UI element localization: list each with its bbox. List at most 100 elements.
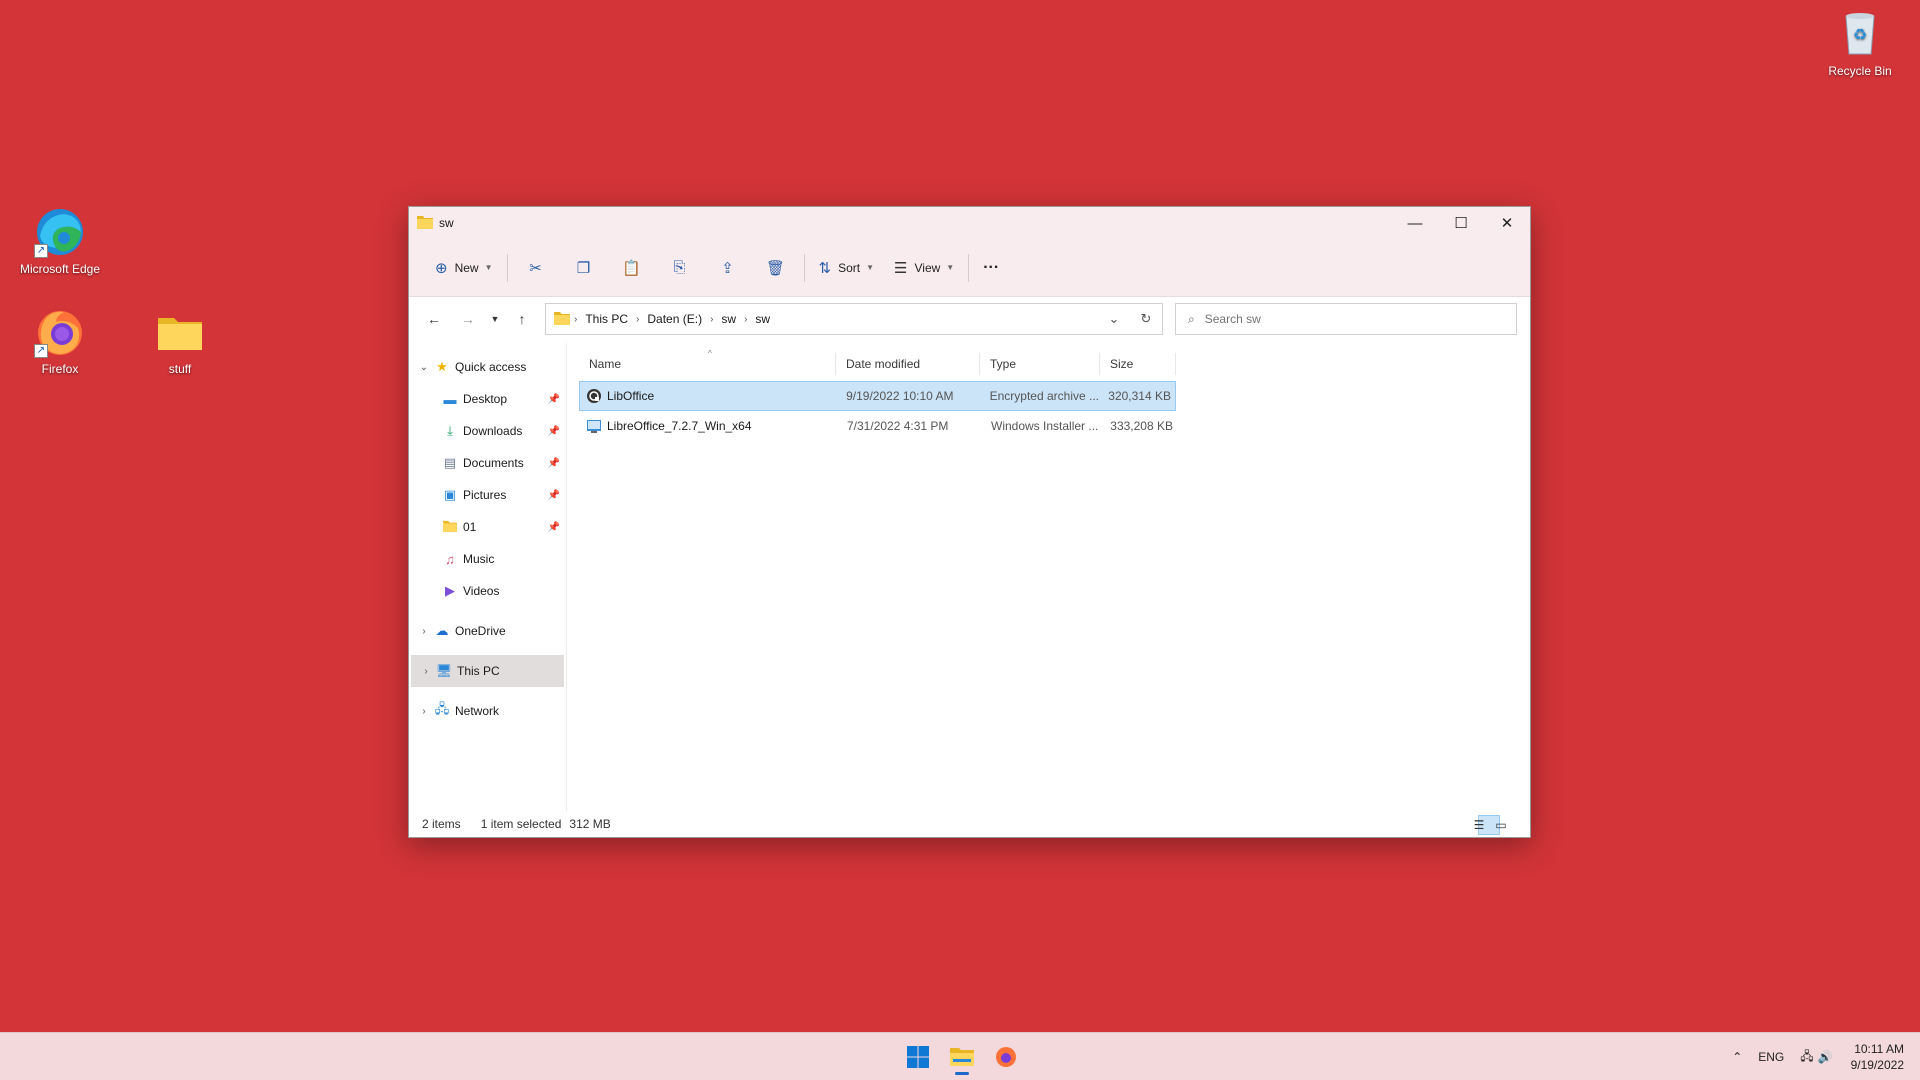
- copy-button[interactable]: ❐: [560, 251, 608, 285]
- search-icon: ⌕: [1188, 311, 1195, 326]
- column-header-size[interactable]: Size: [1100, 353, 1176, 375]
- nav-folder-01[interactable]: 01 📌: [409, 511, 566, 543]
- minimize-button[interactable]: —: [1392, 207, 1438, 239]
- column-header-type[interactable]: Type: [980, 353, 1100, 375]
- chevron-right-icon[interactable]: ›: [710, 314, 713, 325]
- taskbar-file-explorer[interactable]: [940, 1037, 984, 1077]
- encrypted-archive-icon: [586, 388, 602, 404]
- nav-this-pc[interactable]: › 🖥 This PC: [411, 655, 564, 687]
- search-box[interactable]: ⌕: [1175, 303, 1517, 335]
- desktop-icon-edge[interactable]: ↗ Microsoft Edge: [10, 206, 110, 276]
- address-bar[interactable]: › This PC › Daten (E:) › sw › sw ⌄ ↻: [545, 303, 1163, 335]
- breadcrumb-daten-e[interactable]: Daten (E:): [647, 312, 702, 326]
- desktop-icon: ▬: [443, 391, 457, 407]
- nav-videos[interactable]: ▶ Videos: [409, 575, 566, 607]
- plus-circle-icon: ⊕: [435, 259, 448, 277]
- more-options-button[interactable]: ···: [973, 251, 1009, 285]
- sort-button[interactable]: ⇅ Sort ▼: [809, 251, 885, 285]
- delete-button[interactable]: 🗑: [752, 251, 800, 285]
- nav-label: Desktop: [463, 392, 508, 406]
- desktop-icon-recycle-bin[interactable]: ♻ Recycle Bin: [1810, 8, 1910, 78]
- trash-icon: 🗑: [765, 259, 786, 277]
- new-label: New: [454, 260, 479, 275]
- clock[interactable]: 10:11 AM 9/19/2022: [1851, 1041, 1904, 1073]
- item-count: 2 items: [422, 817, 461, 831]
- search-input[interactable]: [1204, 312, 1495, 326]
- chevron-right-icon[interactable]: ›: [636, 314, 639, 325]
- pin-icon: 📌: [547, 425, 560, 437]
- large-icons-view-button[interactable]: ▭: [1495, 815, 1522, 835]
- nav-desktop[interactable]: ▬ Desktop 📌: [409, 383, 566, 415]
- volume-icon[interactable]: 🔊: [1818, 1050, 1833, 1064]
- back-button[interactable]: ←: [417, 304, 451, 334]
- recent-locations-button[interactable]: ▼: [485, 304, 505, 334]
- chevron-right-icon[interactable]: ›: [417, 666, 435, 677]
- paste-button[interactable]: 📋: [608, 251, 656, 285]
- table-row[interactable]: LibOffice 9/19/2022 10:10 AM Encrypted a…: [579, 381, 1176, 411]
- desktop-icon-label: Microsoft Edge: [19, 262, 101, 276]
- edge-icon: ↗: [34, 206, 86, 258]
- maximize-button[interactable]: ☐: [1438, 207, 1484, 239]
- windows-logo-icon: [907, 1046, 929, 1068]
- nav-label: Pictures: [463, 488, 507, 502]
- nav-quick-access[interactable]: ⌄ ★ Quick access: [409, 351, 566, 383]
- chevron-down-icon: ▼: [490, 314, 500, 324]
- refresh-button[interactable]: ↻: [1130, 304, 1162, 334]
- nav-onedrive[interactable]: › ☁ OneDrive: [409, 615, 566, 647]
- rename-button[interactable]: ⎘: [656, 251, 704, 285]
- taskbar-firefox[interactable]: [984, 1037, 1028, 1077]
- desktop-icon-firefox[interactable]: ↗ Firefox: [10, 306, 110, 376]
- chevron-right-icon[interactable]: ›: [415, 706, 433, 717]
- chevron-down-icon[interactable]: ⌄: [415, 362, 433, 373]
- view-button[interactable]: ☰ View ▼: [884, 251, 964, 285]
- chevron-down-icon: ▼: [484, 263, 493, 272]
- column-header-date[interactable]: Date modified: [836, 353, 980, 375]
- pin-icon: 📌: [547, 489, 560, 501]
- selection-status: 1 item selected: [480, 817, 562, 831]
- input-language[interactable]: ENG: [1758, 1050, 1784, 1064]
- share-button[interactable]: ⇪: [704, 251, 752, 285]
- nav-pictures[interactable]: ▣ Pictures 📌: [409, 479, 566, 511]
- sort-ascending-icon: ^: [708, 349, 712, 358]
- nav-music[interactable]: ♫ Music: [409, 543, 566, 575]
- file-list: ^ Name Date modified Type Size LibOffice…: [567, 343, 1530, 811]
- arrow-right-icon: →: [461, 311, 475, 327]
- address-history-button[interactable]: ⌄: [1098, 304, 1130, 334]
- table-row[interactable]: LibreOffice_7.2.7_Win_x64 7/31/2022 4:31…: [580, 411, 1177, 441]
- up-button[interactable]: ↑: [505, 304, 539, 334]
- desktop-icon-stuff-folder[interactable]: stuff: [130, 306, 230, 376]
- chevron-down-icon: ▼: [946, 263, 955, 272]
- divider: [506, 253, 508, 282]
- forward-button[interactable]: →: [451, 304, 485, 334]
- breadcrumb-sw-current[interactable]: sw: [755, 312, 770, 326]
- network-status-icon[interactable]: 🖧: [1800, 1047, 1813, 1068]
- file-date: 9/19/2022 10:10 AM: [846, 389, 954, 403]
- clock-date: 9/19/2022: [1850, 1058, 1904, 1072]
- pin-icon: 📌: [547, 457, 560, 469]
- nav-label: Downloads: [463, 424, 523, 438]
- nav-downloads[interactable]: ⤓ Downloads 📌: [409, 415, 566, 447]
- nav-documents[interactable]: ▤ Documents 📌: [409, 447, 566, 479]
- cut-button[interactable]: ✂: [512, 251, 560, 285]
- nav-network[interactable]: › 🖧 Network: [409, 695, 566, 727]
- document-icon: ▤: [443, 455, 457, 470]
- new-button[interactable]: ⊕ New ▼: [425, 251, 503, 285]
- address-row: ← → ▼ ↑ › This PC › Daten (E:) › sw › sw…: [409, 297, 1530, 341]
- start-button[interactable]: [896, 1037, 940, 1077]
- chevron-right-icon[interactable]: ›: [744, 314, 747, 325]
- download-icon: ⤓: [447, 423, 453, 438]
- arrow-up-icon: ↑: [518, 311, 526, 327]
- chevron-right-icon[interactable]: ›: [415, 626, 433, 637]
- breadcrumb-sw[interactable]: sw: [721, 312, 736, 326]
- desktop-icon-label: Recycle Bin: [1828, 64, 1892, 78]
- file-date: 7/31/2022 4:31 PM: [847, 419, 949, 433]
- file-name: LibreOffice_7.2.7_Win_x64: [607, 419, 752, 433]
- show-hidden-icons-button[interactable]: ⌃: [1732, 1050, 1742, 1064]
- nav-label: Documents: [463, 456, 524, 470]
- chevron-down-icon: ▼: [866, 263, 875, 272]
- file-type: Windows Installer ...: [991, 419, 1099, 433]
- breadcrumb-this-pc[interactable]: This PC: [585, 312, 628, 326]
- chevron-down-icon: ⌄: [1108, 311, 1120, 326]
- title-bar[interactable]: sw — ☐ ✕: [409, 207, 1530, 239]
- close-button[interactable]: ✕: [1484, 207, 1530, 239]
